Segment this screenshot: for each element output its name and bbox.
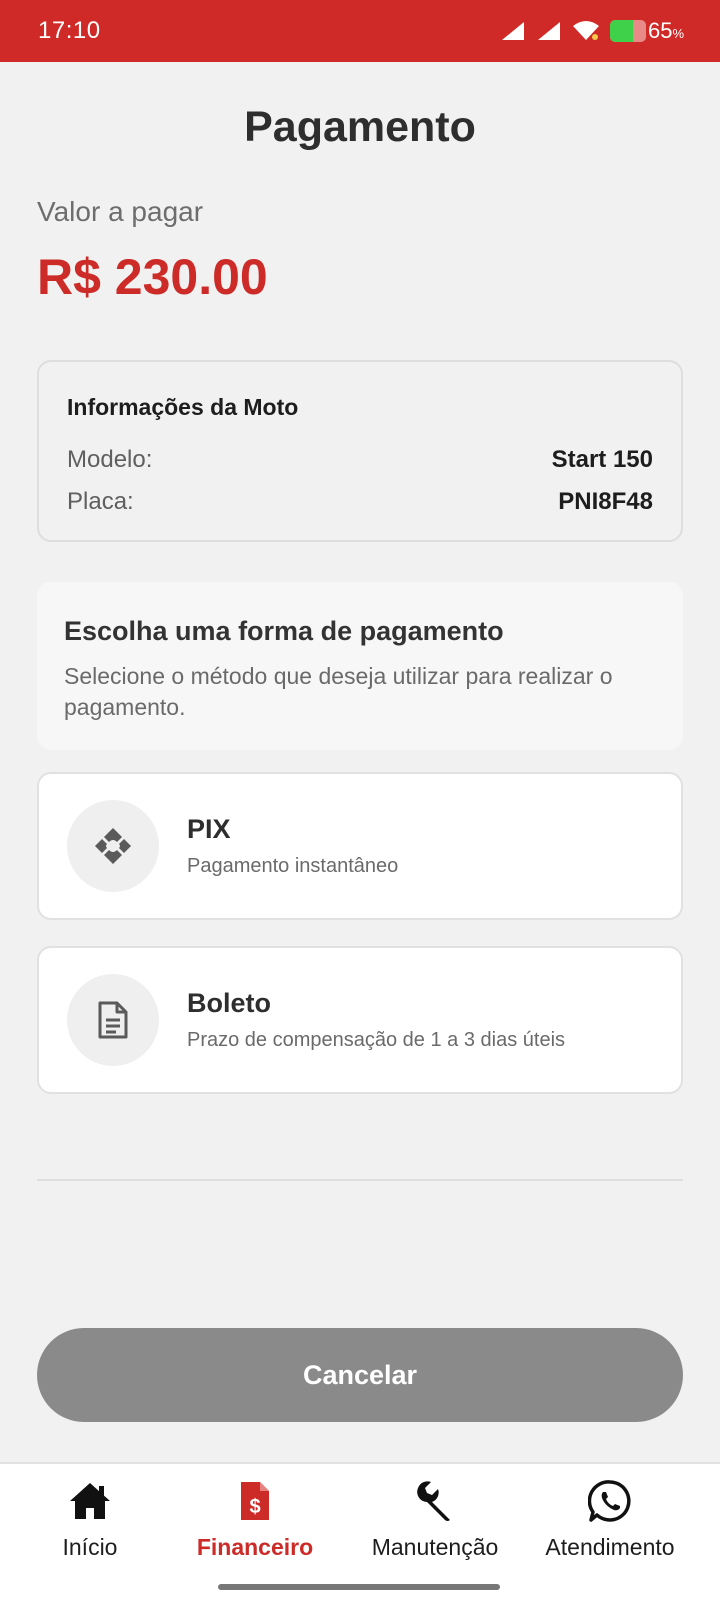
status-icons: 65%	[500, 18, 684, 44]
payment-method-description: Prazo de compensação de 1 a 3 dias úteis	[187, 1029, 566, 1051]
home-indicator	[218, 1584, 500, 1590]
nav-item-atendimento[interactable]: Atendimento	[520, 1464, 700, 1574]
moto-info-key: Placa:	[67, 488, 134, 515]
payment-method-name: PIX	[187, 814, 231, 844]
nav-label: Atendimento	[545, 1534, 675, 1560]
battery-indicator: 65%	[609, 18, 684, 44]
payment-method-boleto[interactable]: Boleto Prazo de compensação de 1 a 3 dia…	[37, 946, 683, 1094]
bottom-nav: Início $ Financeiro Manutenção Atendimen…	[0, 1462, 720, 1600]
moto-info-title: Informações da Moto	[67, 394, 299, 420]
moto-info-row-plate: Placa: PNI8F48	[67, 481, 653, 523]
battery-fill	[609, 20, 634, 42]
nav-label: Manutenção	[371, 1534, 499, 1560]
nav-item-financeiro[interactable]: $ Financeiro	[165, 1464, 345, 1574]
cell-signal-icon	[501, 22, 524, 40]
nav-label: Financeiro	[196, 1534, 314, 1560]
payment-method-text: Boleto Prazo de compensação de 1 a 3 dia…	[187, 988, 565, 1052]
wifi-icon	[572, 21, 599, 40]
moto-info-card: Informações da Moto Modelo: Start 150 Pl…	[37, 360, 683, 542]
moto-info-value: Start 150	[551, 446, 653, 473]
amount-label: Valor a pagar	[37, 196, 204, 227]
payment-prompt-title: Escolha uma forma de pagamento	[64, 616, 504, 646]
nav-item-manutencao[interactable]: Manutenção	[345, 1464, 525, 1574]
payment-method-name: Boleto	[187, 988, 271, 1018]
svg-text:$: $	[249, 1496, 260, 1518]
document-icon-circle	[67, 974, 159, 1066]
moto-info-value: PNI8F48	[558, 488, 653, 515]
document-icon	[98, 1001, 128, 1039]
invoice-dollar-icon: $	[238, 1478, 272, 1524]
battery-icon	[609, 20, 646, 42]
battery-percent: 65%	[647, 18, 684, 43]
status-time: 17:10	[38, 17, 101, 44]
pix-icon	[95, 828, 131, 864]
whatsapp-icon	[588, 1478, 632, 1524]
home-icon	[68, 1478, 112, 1524]
pix-icon-circle	[67, 800, 159, 892]
payment-prompt-card: Escolha uma forma de pagamento Selecione…	[37, 582, 683, 750]
cell-signal-2-icon	[537, 22, 560, 40]
status-bar: 17:10 65%	[0, 0, 720, 62]
moto-info-key: Modelo:	[67, 446, 153, 473]
wrench-icon	[412, 1478, 458, 1524]
amount-value: R$ 230.00	[37, 249, 268, 305]
payment-method-pix[interactable]: PIX Pagamento instantâneo	[37, 772, 683, 920]
cancel-button[interactable]: Cancelar	[37, 1328, 683, 1422]
payment-method-text: PIX Pagamento instantâneo	[187, 814, 398, 878]
page-title: Pagamento	[244, 103, 476, 151]
moto-info-row-model: Modelo: Start 150	[67, 439, 653, 481]
payment-prompt-description: Selecione o método que deseja utilizar p…	[64, 663, 613, 720]
nav-label: Início	[62, 1534, 118, 1560]
payment-method-description: Pagamento instantâneo	[187, 855, 399, 877]
nav-item-inicio[interactable]: Início	[0, 1464, 180, 1574]
divider	[37, 1179, 683, 1181]
